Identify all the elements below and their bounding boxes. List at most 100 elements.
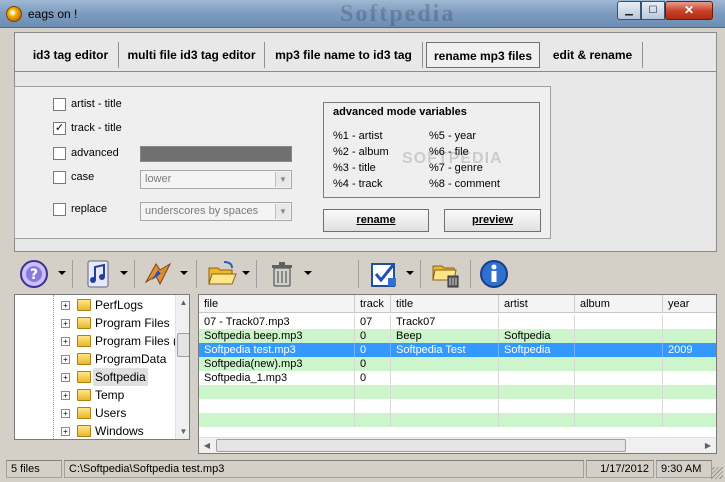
scroll-thumb[interactable] (177, 333, 189, 357)
column-header-title[interactable]: title (391, 295, 499, 313)
cell-artist: Softpedia (499, 329, 575, 343)
table-row[interactable]: Softpedia_1.mp3 0 (199, 371, 716, 385)
tree-item[interactable]: + Users (15, 404, 175, 422)
folder-delete-icon[interactable] (430, 258, 462, 290)
column-header-artist[interactable]: artist (499, 295, 575, 313)
folder-icon (77, 389, 91, 401)
expand-icon[interactable]: + (61, 409, 70, 418)
replace-checkbox[interactable] (53, 203, 66, 216)
close-button[interactable]: ✕ (665, 1, 713, 20)
maximize-button[interactable]: ☐ (641, 1, 665, 20)
minimize-icon: ▁ (625, 5, 633, 16)
help-dropdown-icon[interactable] (58, 271, 66, 275)
cell-album (575, 385, 663, 399)
cell-title (391, 357, 499, 371)
cell-artist (499, 413, 575, 427)
rename-button[interactable]: rename (323, 209, 429, 232)
expand-icon[interactable]: + (61, 301, 70, 310)
advanced-checkbox[interactable] (53, 147, 66, 160)
expand-icon[interactable]: + (61, 337, 70, 346)
table-row-selected[interactable]: Softpedia test.mp3 0 Softpedia Test Soft… (199, 343, 716, 357)
column-header-album[interactable]: album (575, 295, 663, 313)
case-select[interactable]: lower ▼ (140, 170, 292, 189)
trash-icon[interactable] (266, 258, 298, 290)
scroll-left-icon[interactable]: ◀ (199, 438, 215, 453)
tab-id3-tag-editor[interactable]: id3 tag editor (23, 42, 119, 68)
table-row[interactable]: Softpedia beep.mp3 0 Beep Softpedia (199, 329, 716, 343)
minimize-button[interactable]: ▁ (617, 1, 641, 20)
cell-track: 0 (355, 371, 391, 385)
folder-tree[interactable]: + PerfLogs + Program Files + Program Files … (14, 294, 190, 440)
table-row[interactable]: 07 - Track07.mp3 07 Track07 (199, 315, 716, 329)
preview-button[interactable]: preview (444, 209, 541, 232)
tree-item[interactable]: + Program Files (15, 314, 175, 332)
open-folder-dropdown-icon[interactable] (242, 271, 250, 275)
table-row-empty (199, 399, 716, 413)
tab-mp3-file-name-to-id3-tag[interactable]: mp3 file name to id3 tag (265, 42, 423, 68)
artist-title-checkbox[interactable] (53, 98, 66, 111)
tree-item[interactable]: + Windows (15, 422, 175, 439)
replace-select[interactable]: underscores by spaces ▼ (140, 202, 292, 221)
cell-track: 0 (355, 329, 391, 343)
chevron-down-icon[interactable]: ▼ (275, 204, 290, 219)
music-note-icon[interactable] (82, 258, 114, 290)
case-checkbox[interactable] (53, 171, 66, 184)
lightning-dropdown-icon[interactable] (180, 271, 188, 275)
scroll-thumb[interactable] (216, 439, 626, 452)
help-icon[interactable]: ? (18, 258, 50, 290)
variable-artist: %1 - artist (333, 130, 383, 142)
checklist-dropdown-icon[interactable] (406, 271, 414, 275)
expand-icon[interactable]: + (61, 355, 70, 364)
chevron-down-icon[interactable]: ▼ (275, 172, 290, 187)
resize-grip-icon[interactable] (711, 467, 723, 479)
tab-edit-rename[interactable]: edit & rename (543, 42, 643, 68)
file-list-hscrollbar[interactable]: ◀ ▶ (199, 437, 716, 453)
tree-scrollbar[interactable]: ▲ ▼ (175, 295, 189, 439)
table-row[interactable]: Softpedia(new).mp3 0 (199, 357, 716, 371)
column-header-track[interactable]: track (355, 295, 391, 313)
scroll-right-icon[interactable]: ▶ (700, 438, 716, 453)
variables-header: advanced mode variables (333, 106, 467, 118)
toolbar-separator (256, 260, 257, 288)
music-dropdown-icon[interactable] (120, 271, 128, 275)
tree-item[interactable]: + Temp (15, 386, 175, 404)
tree-item-selected[interactable]: + Softpedia (15, 368, 175, 386)
cell-year: 2009 (663, 343, 716, 357)
tab-rename-mp3-files[interactable]: rename mp3 files (426, 42, 540, 68)
cell-title (391, 399, 499, 413)
tab-multi-file-id3-tag-editor[interactable]: multi file id3 tag editor (119, 42, 265, 68)
tree-item[interactable]: + Program Files ( (15, 332, 177, 350)
track-title-checkbox[interactable]: ✓ (53, 122, 66, 135)
table-row-empty (199, 385, 716, 399)
trash-dropdown-icon[interactable] (304, 271, 312, 275)
preview-button-label: preview (472, 214, 513, 226)
track-title-label: track - title (71, 122, 122, 134)
tree-item-label: Program Files (95, 316, 170, 330)
info-icon[interactable] (478, 258, 510, 290)
cell-title: Beep (391, 329, 499, 343)
tree-item[interactable]: + PerfLogs (15, 296, 175, 314)
scroll-up-icon[interactable]: ▲ (176, 295, 189, 310)
title-bar[interactable]: eags on ! Softpedia ▁ ☐ ✕ (0, 0, 725, 28)
expand-icon[interactable]: + (61, 391, 70, 400)
file-list[interactable]: file track title artist album year 07 - … (198, 294, 717, 454)
status-bar: 5 files C:\Softpedia\Softpedia test.mp3 … (0, 458, 725, 482)
lightning-icon[interactable] (142, 258, 174, 290)
cell-track: 0 (355, 357, 391, 371)
checklist-icon[interactable] (368, 258, 400, 290)
open-folder-icon[interactable] (206, 258, 238, 290)
expand-icon[interactable]: + (61, 427, 70, 436)
svg-text:?: ? (30, 267, 38, 283)
expand-icon[interactable]: + (61, 319, 70, 328)
expand-icon[interactable]: + (61, 373, 70, 382)
cell-artist (499, 357, 575, 371)
folder-icon (77, 371, 91, 383)
advanced-pattern-field[interactable] (140, 146, 292, 162)
tree-item[interactable]: + ProgramData (15, 350, 175, 368)
tab-strip: id3 tag editor multi file id3 tag editor… (14, 32, 717, 72)
column-header-year[interactable]: year (663, 295, 716, 313)
scroll-down-icon[interactable]: ▼ (176, 424, 189, 439)
toolbar-separator (196, 260, 197, 288)
column-header-file[interactable]: file (199, 295, 355, 313)
cell-album (575, 343, 663, 357)
